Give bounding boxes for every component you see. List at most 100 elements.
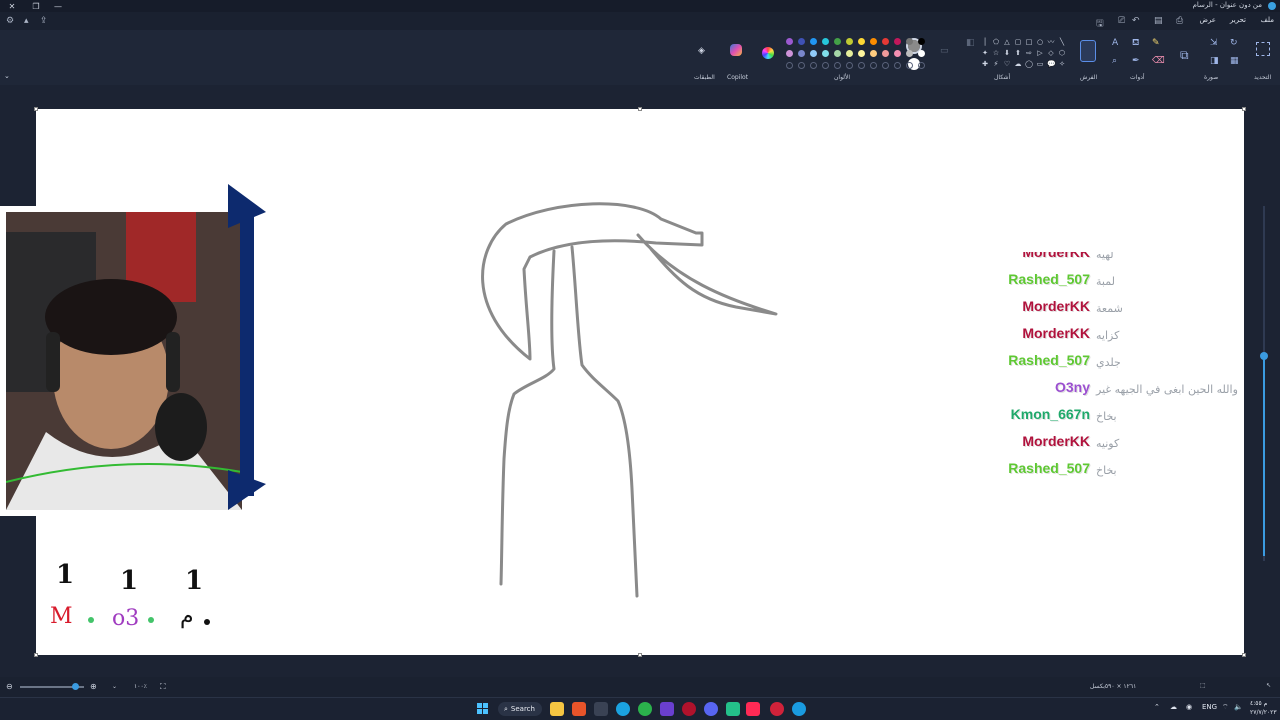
edge-icon[interactable] — [616, 702, 630, 716]
print-icon[interactable]: ⎙ — [1176, 16, 1183, 26]
menu-edit[interactable]: تحرير — [1230, 16, 1246, 24]
menu-file[interactable]: ملف — [1261, 16, 1274, 24]
custom-color-slot[interactable] — [906, 62, 913, 69]
resize-icon[interactable]: ⇲ — [1210, 38, 1218, 48]
color-swatch[interactable] — [918, 38, 925, 45]
shape-option[interactable]: 〰 — [1047, 38, 1055, 46]
custom-color-slot[interactable] — [882, 62, 889, 69]
color-swatch[interactable] — [870, 50, 877, 57]
fill-icon[interactable]: ⛾ — [1132, 38, 1139, 49]
custom-color-slot[interactable] — [822, 62, 829, 69]
custom-color-slot[interactable] — [810, 62, 817, 69]
color-swatch[interactable] — [822, 38, 829, 45]
custom-color-slot[interactable] — [858, 62, 865, 69]
shape-option[interactable]: ▷ — [1036, 49, 1044, 57]
zoom-dropdown-icon[interactable]: ⌄ — [112, 683, 117, 690]
tiktok-icon[interactable] — [746, 702, 760, 716]
app-icon-2[interactable] — [726, 702, 740, 716]
taskbar-search[interactable]: ⌕ Search — [498, 702, 542, 716]
clock-time[interactable]: م ٤:٥٥ — [1250, 700, 1267, 707]
restore-icon[interactable]: ❐ — [28, 0, 44, 12]
color-swatch[interactable] — [822, 50, 829, 57]
resize-handle[interactable] — [34, 107, 38, 111]
chrome-icon[interactable] — [638, 702, 652, 716]
open-icon[interactable]: ⎚ — [1118, 16, 1125, 26]
color-swatch[interactable] — [882, 38, 889, 45]
store-icon[interactable] — [594, 702, 608, 716]
wifi-icon[interactable]: ⌔ — [1222, 703, 1229, 712]
custom-color-slot[interactable] — [894, 62, 901, 69]
menu-view[interactable]: عرض — [1199, 16, 1216, 24]
shape-fill-icon[interactable]: ◧ — [966, 38, 975, 48]
color-swatch[interactable] — [846, 50, 853, 57]
custom-color-slot[interactable] — [918, 62, 925, 69]
tray-chevron-icon[interactable]: ⌃ — [1154, 703, 1160, 711]
resize-handle[interactable] — [638, 107, 642, 111]
color-swatch[interactable] — [870, 38, 877, 45]
app-icon[interactable] — [660, 702, 674, 716]
crop-icon[interactable]: ⧉ — [1180, 48, 1189, 63]
settings-icon[interactable]: ⚙ — [6, 16, 14, 26]
zoom-out-icon[interactable]: ⊖ — [6, 682, 13, 691]
shape-option[interactable]: △ — [1003, 38, 1011, 46]
color-swatch[interactable] — [906, 50, 913, 57]
color-swatch[interactable] — [846, 38, 853, 45]
shape-option[interactable]: ◯ — [1025, 60, 1033, 68]
text-icon[interactable]: A — [1112, 38, 1118, 48]
opera-icon[interactable] — [682, 702, 696, 716]
resize-handle[interactable] — [1242, 653, 1246, 657]
outline-icon[interactable]: ▭ — [940, 46, 949, 56]
pencil-icon[interactable]: ✎ — [1152, 38, 1160, 48]
shape-option[interactable]: ◇ — [1047, 49, 1055, 57]
shape-option[interactable]: │ — [981, 38, 989, 46]
color-swatch[interactable] — [834, 38, 841, 45]
minimize-icon[interactable]: — — [50, 0, 66, 12]
slider-thumb[interactable] — [1260, 352, 1268, 360]
rotate-icon[interactable]: ↻ — [1230, 38, 1238, 48]
color-swatch[interactable] — [798, 50, 805, 57]
remove-bg-icon[interactable]: ▦ — [1230, 56, 1239, 66]
vertical-zoom-slider[interactable] — [1258, 206, 1270, 561]
color-swatch[interactable] — [810, 50, 817, 57]
shape-option[interactable]: ☆ — [992, 49, 1000, 57]
shape-option[interactable]: ⬡ — [1058, 49, 1066, 57]
color-swatch[interactable] — [894, 50, 901, 57]
brushes-icon[interactable] — [1080, 40, 1096, 62]
shape-option[interactable]: ⚡ — [992, 60, 1000, 68]
pin-icon[interactable]: ▴ — [24, 16, 29, 26]
shape-option[interactable]: ⬇ — [1003, 49, 1011, 57]
shape-option[interactable]: 💬 — [1047, 60, 1056, 68]
resize-handle[interactable] — [638, 653, 642, 657]
tray-app-icon-2[interactable]: ◉ — [1186, 703, 1192, 711]
color-swatch[interactable] — [858, 50, 865, 57]
color-swatch[interactable] — [786, 38, 793, 45]
color-swatch[interactable] — [858, 38, 865, 45]
shape-option[interactable]: ▭ — [1036, 60, 1044, 68]
custom-color-slot[interactable] — [786, 62, 793, 69]
volume-icon[interactable]: 🔈 — [1234, 703, 1243, 711]
color-swatch[interactable] — [810, 38, 817, 45]
layers-icon[interactable]: ◈ — [698, 46, 705, 56]
flip-icon[interactable]: ◨ — [1210, 56, 1219, 66]
chevron-down-icon[interactable]: ⌄ — [4, 72, 10, 80]
color-swatch[interactable] — [894, 38, 901, 45]
color-picker-icon[interactable]: ✒ — [1132, 56, 1140, 66]
magnifier-icon[interactable]: ⌕ — [1112, 56, 1117, 66]
share-icon[interactable]: ⇪ — [40, 16, 48, 26]
color-swatch[interactable] — [786, 50, 793, 57]
color-swatch[interactable] — [906, 38, 913, 45]
shape-option[interactable]: ⇨ — [1025, 49, 1033, 57]
shape-option[interactable]: ✚ — [981, 60, 989, 68]
select-icon[interactable] — [1256, 42, 1270, 56]
color-swatch[interactable] — [798, 38, 805, 45]
custom-color-slot[interactable] — [846, 62, 853, 69]
resize-handle[interactable] — [1242, 107, 1246, 111]
zoom-in-icon[interactable]: ⊕ — [90, 682, 97, 691]
shape-option[interactable]: ♡ — [1003, 60, 1011, 68]
app-icon-3[interactable] — [770, 702, 784, 716]
custom-color-slot[interactable] — [798, 62, 805, 69]
undo-icon[interactable]: ↶ — [1132, 16, 1140, 26]
color-swatch[interactable] — [834, 50, 841, 57]
paint-taskbar-icon[interactable] — [792, 702, 806, 716]
tray-app-icon[interactable]: ☁ — [1170, 703, 1177, 711]
